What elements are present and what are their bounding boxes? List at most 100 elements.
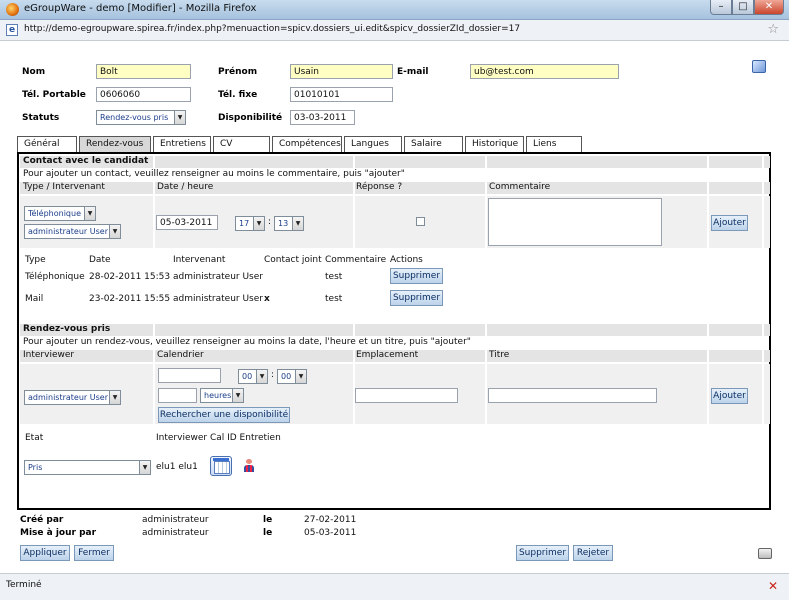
table-row-intervenant: administrateur User [173, 294, 263, 304]
rdv-header-titre: Titre [489, 350, 510, 360]
list-header-type: Type [25, 255, 46, 265]
contact-instructions: Pour ajouter un contact, veuillez rensei… [23, 169, 405, 179]
chevron-down-icon: ▼ [295, 370, 306, 383]
tel-fixe-input[interactable]: 01010101 [290, 87, 393, 102]
rdv-header-interviewer: Interviewer [23, 350, 75, 360]
statuts-select-value: Rendez-vous pris [100, 113, 169, 122]
maj-par-value: administrateur [142, 528, 209, 538]
tab-liens[interactable]: Liens [526, 136, 582, 152]
chevron-down-icon: ▼ [84, 207, 95, 220]
contact-date-input[interactable]: 05-03-2011 [156, 215, 218, 230]
tab-langues[interactable]: Langues [344, 136, 402, 152]
prenom-input[interactable]: Usain [290, 64, 393, 79]
rdv-col-bg-5 [709, 350, 762, 362]
window-title: eGroupWare - demo [Modifier] - Mozilla F… [24, 3, 257, 14]
minimize-button[interactable]: – [710, 0, 732, 15]
tab-cv[interactable]: CV [213, 136, 270, 152]
contact-intervenant-select[interactable]: administrateur User ▼ [24, 224, 121, 239]
cree-par-value: administrateur [142, 515, 209, 525]
close-window-button[interactable]: ✕ [754, 0, 784, 15]
email-label: E-mail [397, 67, 429, 77]
disponibilite-label: Disponibilité [218, 113, 283, 123]
rdv-interviewer-text: elu1 elu1 [156, 462, 198, 472]
contact-section-title: Contact avec le candidat [23, 156, 149, 166]
contact-title-pad-5 [764, 156, 770, 168]
rdv-minute-value: 00 [281, 372, 292, 381]
rdv-hour-select[interactable]: 00 ▼ [238, 369, 268, 384]
list-header-contact-joint: Contact joint [264, 255, 322, 265]
delete-contact-button[interactable]: Supprimer [390, 268, 443, 284]
rdv-duration-input[interactable] [158, 388, 197, 403]
contact-commentaire-textarea[interactable] [488, 198, 662, 246]
contact-title-pad-3 [487, 156, 707, 168]
maximize-button[interactable]: □ [732, 0, 754, 15]
rdv-title-pad-2 [355, 324, 485, 336]
contact-add-button[interactable]: Ajouter [711, 215, 748, 231]
search-availability-button[interactable]: Rechercher une disponibilité [158, 407, 290, 423]
page-content: Nom Bolt Prénom Usain E-mail ub@test.com… [0, 41, 789, 573]
rdv-header-calendrier: Calendrier [157, 350, 204, 360]
site-favicon-icon: e [6, 24, 18, 36]
rdv-minute-select[interactable]: 00 ▼ [277, 369, 307, 384]
tab-competences[interactable]: Compétences [272, 136, 342, 152]
tel-portable-input[interactable]: 0606060 [96, 87, 191, 102]
rdv-emplacement-input[interactable] [355, 388, 458, 403]
rdv-duration-unit-select[interactable]: heures ▼ [200, 388, 244, 403]
rdv-titre-input[interactable] [488, 388, 657, 403]
maj-par-label: Mise à jour par [20, 528, 97, 538]
rdv-instructions: Pour ajouter un rendez-vous, veuillez re… [23, 337, 471, 347]
contact-type-value: Téléphonique [28, 209, 81, 218]
rdv-input-bg-6 [764, 364, 770, 424]
contact-time-separator: : [268, 217, 272, 227]
table-row-type: Téléphonique [25, 272, 85, 282]
table-row-joint: x [264, 294, 270, 304]
addon-icon[interactable]: ✕ [767, 580, 779, 592]
disponibilite-input[interactable]: 03-03-2011 [290, 110, 355, 125]
delete-contact-button[interactable]: Supprimer [390, 290, 443, 306]
contact-header-date: Date / heure [157, 182, 214, 192]
chevron-down-icon: ▼ [139, 461, 150, 474]
contact-reponse-checkbox[interactable] [416, 217, 425, 226]
tab-salaire[interactable]: Salaire [404, 136, 463, 152]
table-row-type: Mail [25, 294, 44, 304]
rdv-title-pad-5 [764, 324, 770, 336]
rdv-date-input[interactable] [158, 368, 221, 383]
contact-minute-select[interactable]: 13 ▼ [274, 216, 304, 231]
maj-le-label: le [263, 528, 273, 538]
tab-general[interactable]: Général [17, 136, 77, 152]
rendez-vous-panel: Contact avec le candidat Pour ajouter un… [17, 152, 771, 510]
window-titlebar: eGroupWare - demo [Modifier] - Mozilla F… [0, 0, 789, 20]
email-input[interactable]: ub@test.com [470, 64, 619, 79]
contact-title-pad-1 [155, 156, 353, 168]
tab-historique[interactable]: Historique [465, 136, 524, 152]
status-text: Terminé [6, 580, 42, 590]
close-button[interactable]: Fermer [74, 545, 114, 561]
tab-rendez-vous[interactable]: Rendez-vous [79, 136, 151, 153]
print-icon[interactable] [758, 548, 772, 559]
apply-button[interactable]: Appliquer [20, 545, 70, 561]
delete-button[interactable]: Supprimer [516, 545, 569, 561]
person-icon[interactable] [244, 459, 254, 472]
rdv-add-button[interactable]: Ajouter [711, 388, 748, 404]
firefox-icon [6, 3, 19, 16]
nom-label: Nom [22, 67, 46, 77]
calendar-icon[interactable] [210, 456, 232, 476]
address-bar: e http://demo-egroupware.spirea.fr/index… [0, 20, 789, 41]
tab-entretiens[interactable]: Entretiens [153, 136, 211, 152]
statuts-select[interactable]: Rendez-vous pris ▼ [96, 110, 186, 125]
rdv-etat-select[interactable]: Pris ▼ [24, 460, 151, 475]
nom-input[interactable]: Bolt [96, 64, 191, 79]
rdv-col-bg-6 [764, 350, 770, 362]
list-header-commentaire: Commentaire [325, 255, 387, 265]
book-icon[interactable] [752, 60, 766, 73]
contact-type-select[interactable]: Téléphonique ▼ [24, 206, 96, 221]
bookmark-star-icon[interactable]: ☆ [767, 22, 779, 37]
reject-button[interactable]: Rejeter [573, 545, 613, 561]
contact-header-type: Type / Intervenant [23, 182, 105, 192]
url-field[interactable]: http://demo-egroupware.spirea.fr/index.p… [24, 24, 520, 34]
rdv-interviewer-select[interactable]: administrateur User ▼ [24, 390, 121, 405]
rdv-hour-value: 00 [242, 372, 253, 381]
rdv-col-bg-4 [487, 350, 707, 362]
tel-portable-label: Tél. Portable [22, 90, 86, 100]
contact-hour-select[interactable]: 17 ▼ [235, 216, 265, 231]
